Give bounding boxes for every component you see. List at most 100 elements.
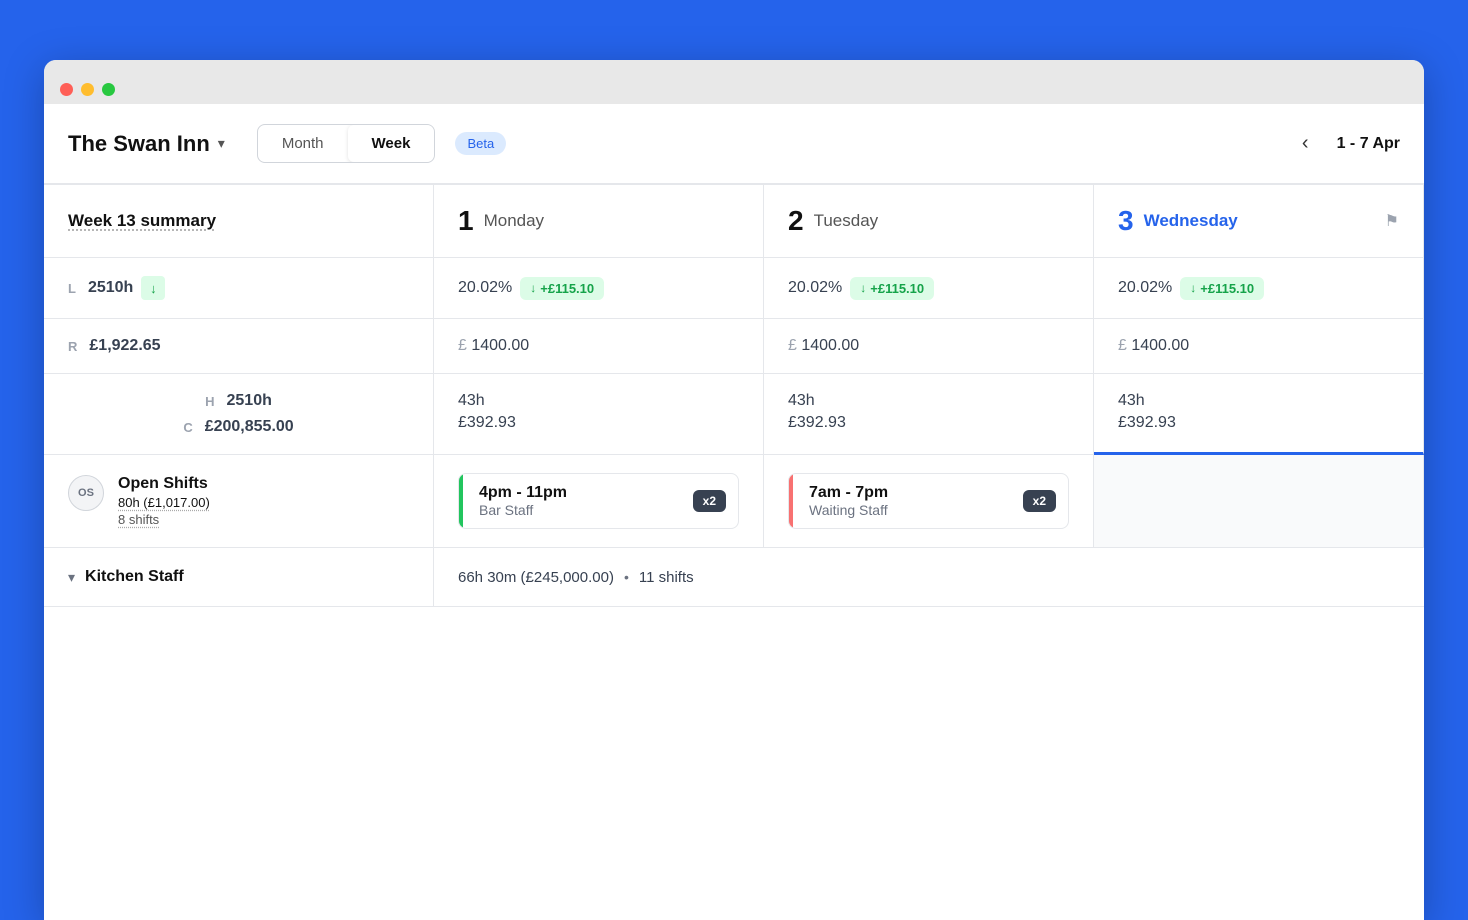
hours-monday: 43h (458, 392, 485, 410)
open-shifts-count: 8 shifts (118, 512, 210, 527)
shift-count-monday: x2 (693, 490, 726, 512)
kitchen-staff-summary: ▾ Kitchen Staff (44, 548, 434, 607)
cost-wednesday: £392.93 (1118, 414, 1176, 432)
col-header-monday: 1 Monday (434, 185, 764, 258)
badge-arrow-tuesday: ↓ (860, 281, 866, 295)
open-shifts-title: Open Shifts (118, 475, 210, 493)
revenue-tuesday-cell: £ 1400.00 (764, 319, 1094, 374)
revenue-wednesday: £ 1400.00 (1118, 337, 1189, 355)
revenue-wed-num: 1400.00 (1131, 337, 1189, 354)
cost-monday: £392.93 (458, 414, 516, 432)
revenue-tuesday: £ 1400.00 (788, 337, 859, 355)
kitchen-separator: • (624, 569, 629, 585)
open-shifts-summary: OS Open Shifts 80h (£1,017.00) 8 shifts (44, 455, 434, 548)
date-range-label: 1 - 7 Apr (1337, 135, 1400, 153)
labour-badge-monday: ↓ +£115.10 (520, 277, 604, 300)
hours-tuesday: 43h (788, 392, 815, 410)
hours-cost-tuesday-cell: 43h £392.93 (764, 374, 1094, 455)
cost-value: £200,855.00 (205, 418, 294, 436)
browser-window: The Swan Inn ▾ Month Week Beta ‹ 1 - 7 A… (44, 60, 1424, 920)
hours-value: 2510h (227, 392, 272, 410)
revenue-monday-cell: £ 1400.00 (434, 319, 764, 374)
header: The Swan Inn ▾ Month Week Beta ‹ 1 - 7 A… (44, 104, 1424, 184)
week-summary-title: Week 13 summary (68, 211, 409, 231)
labour-down-icon: ↓ (141, 276, 165, 300)
open-shifts-info: Open Shifts 80h (£1,017.00) 8 shifts (118, 475, 210, 527)
badge-value-monday: +£115.10 (540, 281, 594, 296)
shift-card-monday-content: 4pm - 11pm Bar Staff (479, 484, 567, 518)
revenue-value: £1,922.65 (89, 337, 160, 355)
browser-chrome (44, 60, 1424, 104)
revenue-mon-num: 1400.00 (471, 337, 529, 354)
shift-time-tuesday: 7am - 7pm (809, 484, 888, 502)
hours-row-label: H (205, 394, 214, 409)
summary-revenue-cell: R £1,922.65 (44, 319, 434, 374)
labour-value: 2510h (88, 279, 133, 297)
revenue-wednesday-cell: £ 1400.00 (1094, 319, 1424, 374)
summary-labour-cell: L 2510h ↓ (44, 258, 434, 319)
col-header-tuesday: 2 Tuesday (764, 185, 1094, 258)
kitchen-expand-icon[interactable]: ▾ (68, 569, 75, 586)
shift-role-monday: Bar Staff (479, 502, 567, 518)
col-header-wednesday: 3 Wednesday ⚑ (1094, 185, 1424, 258)
schedule-grid: Week 13 summary 1 Monday 2 Tuesday 3 Wed… (44, 184, 1424, 607)
open-shifts-hours-cost: 80h (£1,017.00) (118, 495, 210, 510)
labour-pct-wednesday: 20.02% (1118, 279, 1172, 297)
revenue-monday: £ 1400.00 (458, 337, 529, 355)
labour-tuesday-cell: 20.02% ↓ +£115.10 (764, 258, 1094, 319)
badge-value-tuesday: +£115.10 (870, 281, 924, 296)
traffic-light-yellow[interactable] (81, 83, 94, 96)
summary-hours-cost-cell: H 2510h C £200,855.00 (44, 374, 434, 455)
day-name-monday: Monday (484, 211, 544, 231)
open-shifts-tuesday-cell: 7am - 7pm Waiting Staff x2 (764, 455, 1094, 548)
shift-card-tuesday[interactable]: 7am - 7pm Waiting Staff x2 (788, 473, 1069, 529)
app-content: The Swan Inn ▾ Month Week Beta ‹ 1 - 7 A… (44, 104, 1424, 920)
cost-row-label: C (183, 420, 192, 435)
badge-arrow-wednesday: ↓ (1190, 281, 1196, 295)
day-name-wednesday: Wednesday (1144, 211, 1238, 231)
labour-row-label: L (68, 281, 76, 296)
shift-card-tuesday-content: 7am - 7pm Waiting Staff (809, 484, 888, 518)
day-num-3: 3 (1118, 205, 1134, 237)
kitchen-hours-cost: 66h 30m (£245,000.00) (458, 569, 614, 586)
kitchen-staff-label: Kitchen Staff (85, 568, 184, 586)
view-toggle: Month Week (257, 124, 436, 163)
beta-badge: Beta (455, 132, 506, 155)
day-num-1: 1 (458, 205, 474, 237)
labour-pct-tuesday: 20.02% (788, 279, 842, 297)
chevron-down-icon: ▾ (218, 135, 225, 152)
traffic-light-green[interactable] (102, 83, 115, 96)
hours-wednesday: 43h (1118, 392, 1145, 410)
labour-pct-monday: 20.02% (458, 279, 512, 297)
cost-tuesday: £392.93 (788, 414, 846, 432)
venue-selector[interactable]: The Swan Inn ▾ (68, 131, 225, 157)
labour-monday-cell: 20.02% ↓ +£115.10 (434, 258, 764, 319)
kitchen-shifts: 11 shifts (639, 569, 694, 586)
badge-arrow-monday: ↓ (530, 281, 536, 295)
shift-time-monday: 4pm - 11pm (479, 484, 567, 502)
week-view-button[interactable]: Week (348, 125, 435, 162)
month-view-button[interactable]: Month (258, 125, 348, 162)
open-shifts-monday-cell: 4pm - 11pm Bar Staff x2 (434, 455, 764, 548)
shift-role-tuesday: Waiting Staff (809, 502, 888, 518)
kitchen-staff-info-cell: 66h 30m (£245,000.00) • 11 shifts (434, 548, 1424, 607)
hours-cost-monday-cell: 43h £392.93 (434, 374, 764, 455)
hours-cost-wednesday-cell: 43h £392.93 (1094, 374, 1424, 455)
prev-week-button[interactable]: ‹ (1294, 128, 1317, 159)
shift-count-tuesday: x2 (1023, 490, 1056, 512)
open-shifts-wednesday-cell (1094, 455, 1424, 548)
labour-wednesday-cell: 20.02% ↓ +£115.10 (1094, 258, 1424, 319)
week-summary-header: Week 13 summary (44, 185, 434, 258)
open-shifts-avatar: OS (68, 475, 104, 511)
venue-name: The Swan Inn (68, 131, 210, 157)
day-num-2: 2 (788, 205, 804, 237)
shift-card-monday[interactable]: 4pm - 11pm Bar Staff x2 (458, 473, 739, 529)
revenue-row-label: R (68, 339, 77, 354)
flag-icon: ⚑ (1385, 211, 1399, 231)
traffic-light-red[interactable] (60, 83, 73, 96)
day-name-tuesday: Tuesday (814, 211, 879, 231)
badge-value-wednesday: +£115.10 (1200, 281, 1254, 296)
labour-badge-wednesday: ↓ +£115.10 (1180, 277, 1264, 300)
labour-badge-tuesday: ↓ +£115.10 (850, 277, 934, 300)
revenue-tue-num: 1400.00 (801, 337, 859, 354)
